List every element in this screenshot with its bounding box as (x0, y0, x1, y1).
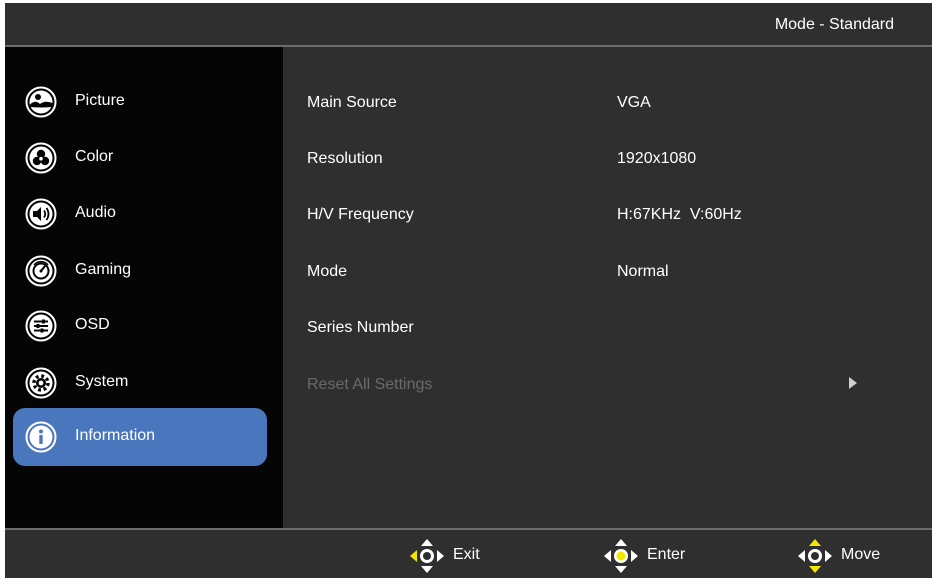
picture-icon (25, 86, 57, 118)
sidebar-item-label: Gaming (75, 261, 132, 278)
gaming-icon (25, 255, 57, 287)
sidebar-item-label: System (75, 373, 129, 390)
sidebar-item-osd[interactable]: OSD (13, 297, 267, 355)
joystick-updown-icon (798, 539, 832, 573)
mode-label: Mode - Standard (774, 16, 894, 33)
sidebar-item-label: OSD (75, 316, 110, 333)
sidebar-item-system[interactable]: System (13, 354, 267, 412)
sidebar-item-information[interactable]: Information (13, 408, 267, 466)
row-label: Resolution (307, 150, 383, 167)
row-value: VGA (617, 94, 651, 111)
color-icon (25, 142, 57, 174)
hint-label: Move (841, 546, 881, 563)
joystick-left-icon (410, 539, 444, 573)
sidebar-item-label: Information (75, 427, 156, 444)
sidebar-item-label: Picture (75, 92, 125, 109)
row-label: Mode (307, 263, 348, 280)
information-panel: Main Source VGA Resolution 1920x1080 H/V… (283, 47, 932, 528)
row-value: Normal (617, 263, 669, 280)
row-label: Reset All Settings (307, 376, 433, 393)
joystick-press-icon (604, 539, 638, 573)
sidebar-item-gaming[interactable]: Gaming (13, 242, 267, 300)
row-value: 1920x1080 (617, 150, 697, 167)
sidebar-item-label: Audio (75, 204, 116, 221)
sidebar-item-label: Color (75, 148, 114, 165)
row-label: Series Number (307, 319, 414, 336)
row-label: H/V Frequency (307, 206, 414, 223)
chevron-right-icon (849, 377, 857, 389)
sidebar-item-picture[interactable]: Picture (13, 73, 267, 131)
row-value: H:67KHz V:60Hz (617, 206, 742, 223)
hint-label: Enter (647, 546, 686, 563)
info-icon (25, 421, 57, 453)
osd-menu: Mode - Standard Picture Color Audio Gami… (5, 3, 932, 578)
hint-label: Exit (453, 546, 480, 563)
sidebar: Picture Color Audio Gaming OSD System In… (5, 47, 283, 528)
sidebar-item-color[interactable]: Color (13, 129, 267, 187)
row-label: Main Source (307, 94, 397, 111)
osd-icon (25, 310, 57, 342)
key-guide-bar: Exit Enter Move (5, 528, 932, 578)
system-icon (25, 367, 57, 399)
audio-icon (25, 198, 57, 230)
osd-header: Mode - Standard (5, 3, 932, 47)
sidebar-item-audio[interactable]: Audio (13, 185, 267, 243)
